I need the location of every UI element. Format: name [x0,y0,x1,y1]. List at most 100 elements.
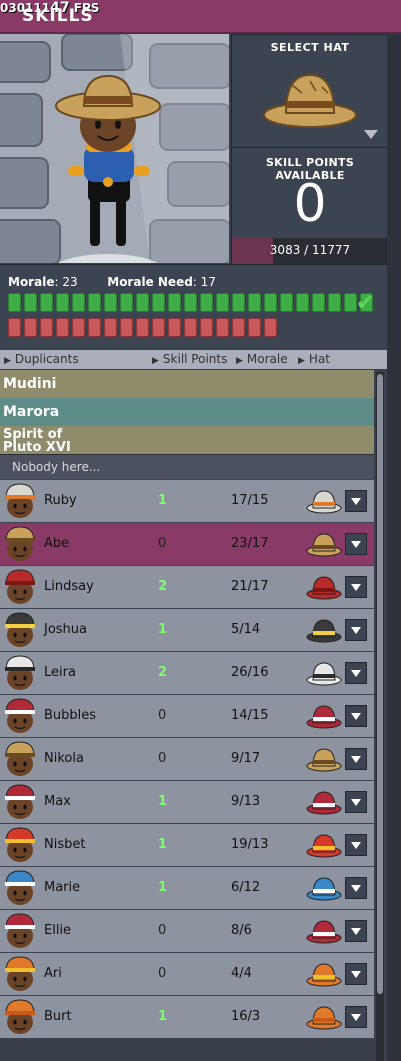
morale-pip [200,293,213,312]
sort-morale-button[interactable]: Morale [236,352,288,366]
group-header[interactable]: Mudini [0,370,374,398]
morale-pip [40,293,53,312]
duplicant-preview [0,34,229,263]
hat-dropdown-button[interactable] [345,576,367,598]
duplicant-avatar [5,784,35,819]
morale-ratio: 9/13 [231,794,261,809]
morale-pip [168,293,181,312]
medic-helmet-icon [306,791,342,815]
miner-helmet-icon [306,619,342,643]
hat-dropdown-button[interactable] [345,705,367,727]
duplicant-row[interactable]: Ellie 0 8/6 [0,909,374,952]
morale-value: 23 [62,275,78,289]
duplicant-avatar [5,698,35,733]
hat-dropdown-button[interactable] [345,1006,367,1028]
duplicant-row[interactable]: Joshua 1 5/14 [0,608,374,651]
duplicant-name: Bubbles [44,708,97,723]
hat-dropdown-button[interactable] [345,619,367,641]
morale-need-pips [8,318,277,337]
morale-need-pip [264,318,277,337]
hat-dropdown-button[interactable] [345,533,367,555]
group-name: Mudini [3,376,57,392]
morale-need-pip [120,318,133,337]
morale-summary: Morale: 23 Morale Need: 17 [8,275,216,289]
morale-need-pip [8,318,21,337]
morale-pip [120,293,133,312]
duplicant-name: Leira [44,665,76,680]
morale-need-value: 17 [200,275,216,289]
skill-points-count: 1 [158,794,168,809]
duplicant-row[interactable]: Nikola 0 9/17 [0,737,374,780]
duplicant-row[interactable]: Bubbles 0 14/15 [0,694,374,737]
sort-duplicants-button[interactable]: Duplicants [4,352,79,366]
morale-pip [72,293,85,312]
blue-cap-icon [306,877,342,901]
duplicant-row[interactable]: Marie 1 6/12 [0,866,374,909]
skill-points-value: 0 [293,174,327,234]
morale-ratio: 8/6 [231,923,252,938]
sort-skill-points-button[interactable]: Skill Points [152,352,227,366]
duplicant-avatar [5,827,35,862]
hat-dropdown-button[interactable] [345,662,367,684]
list-scrollbar[interactable] [376,372,384,1061]
morale-need-pip [56,318,69,337]
sort-hat-button[interactable]: Hat [298,352,330,366]
skill-points-panel: SKILL POINTS AVAILABLE 0 3083 / 11777 [231,147,389,265]
group-header[interactable]: Marora [0,398,374,426]
hat-dropdown-button[interactable] [345,963,367,985]
morale-ratio: 6/12 [231,880,261,895]
duplicant-name: Nikola [44,751,84,766]
group-name: Spirit of Pluto XVI [3,427,71,455]
duplicant-list: Mudini Marora Spirit of Pluto XVI Nobody… [0,370,374,1038]
duplicant-avatar [5,913,35,948]
skill-points-count: 0 [158,751,167,766]
skill-points-count: 0 [158,708,167,723]
duplicant-row[interactable]: Max 1 9/13 [0,780,374,823]
duplicant-name: Burt [44,1009,72,1024]
skill-points-count: 0 [158,966,167,981]
duplicant-row[interactable]: Ari 0 4/4 [0,952,374,995]
morale-pip [232,293,245,312]
morale-need-pip [248,318,261,337]
duplicant-row[interactable]: Lindsay 2 21/17 [0,565,374,608]
morale-ratio: 16/3 [231,1009,261,1024]
experience-bar: 3083 / 11777 [232,238,388,264]
hat-dropdown-arrow-icon[interactable] [364,130,378,139]
straw-hat-icon [306,748,342,772]
duplicant-avatar [5,956,35,991]
duplicant-name: Lindsay [44,579,94,594]
morale-pips [8,293,373,312]
morale-ratio: 19/13 [231,837,269,852]
morale-pip [328,293,341,312]
duplicant-row[interactable]: Nisbet 1 19/13 [0,823,374,866]
hat-dropdown-button[interactable] [345,877,367,899]
hat-dropdown-button[interactable] [345,490,367,512]
morale-ratio: 17/15 [231,493,269,508]
hat-dropdown-button[interactable] [345,920,367,942]
skill-points-count: 1 [158,622,168,637]
duplicant-row[interactable]: Leira 2 26/16 [0,651,374,694]
duplicant-avatar [5,526,35,561]
morale-pip [216,293,229,312]
group-name: Marora [3,404,60,420]
morale-panel: Morale: 23 Morale Need: 17 ✔ [0,264,387,349]
morale-pip [104,293,117,312]
morale-need-pip [40,318,53,337]
hat-dropdown-button[interactable] [345,791,367,813]
select-hat-panel[interactable]: SELECT HAT [231,34,389,148]
duplicant-avatar [5,870,35,905]
hat-dropdown-button[interactable] [345,834,367,856]
duplicant-row[interactable]: Ruby 1 17/15 [0,479,374,522]
morale-ratio: 4/4 [231,966,252,981]
morale-pip [184,293,197,312]
duplicant-avatar [5,999,35,1034]
hat-dropdown-button[interactable] [345,748,367,770]
group-header[interactable]: Spirit of Pluto XVI [0,426,374,454]
scrollbar-thumb[interactable] [377,374,383,994]
duplicant-row[interactable]: Burt 1 16/3 [0,995,374,1038]
skill-points-count: 1 [158,1009,168,1024]
duplicant-name: Joshua [44,622,88,637]
morale-need-label: Morale Need [107,275,193,289]
duplicant-avatar [5,741,35,776]
duplicant-row[interactable]: Abe 0 23/17 [0,522,374,565]
